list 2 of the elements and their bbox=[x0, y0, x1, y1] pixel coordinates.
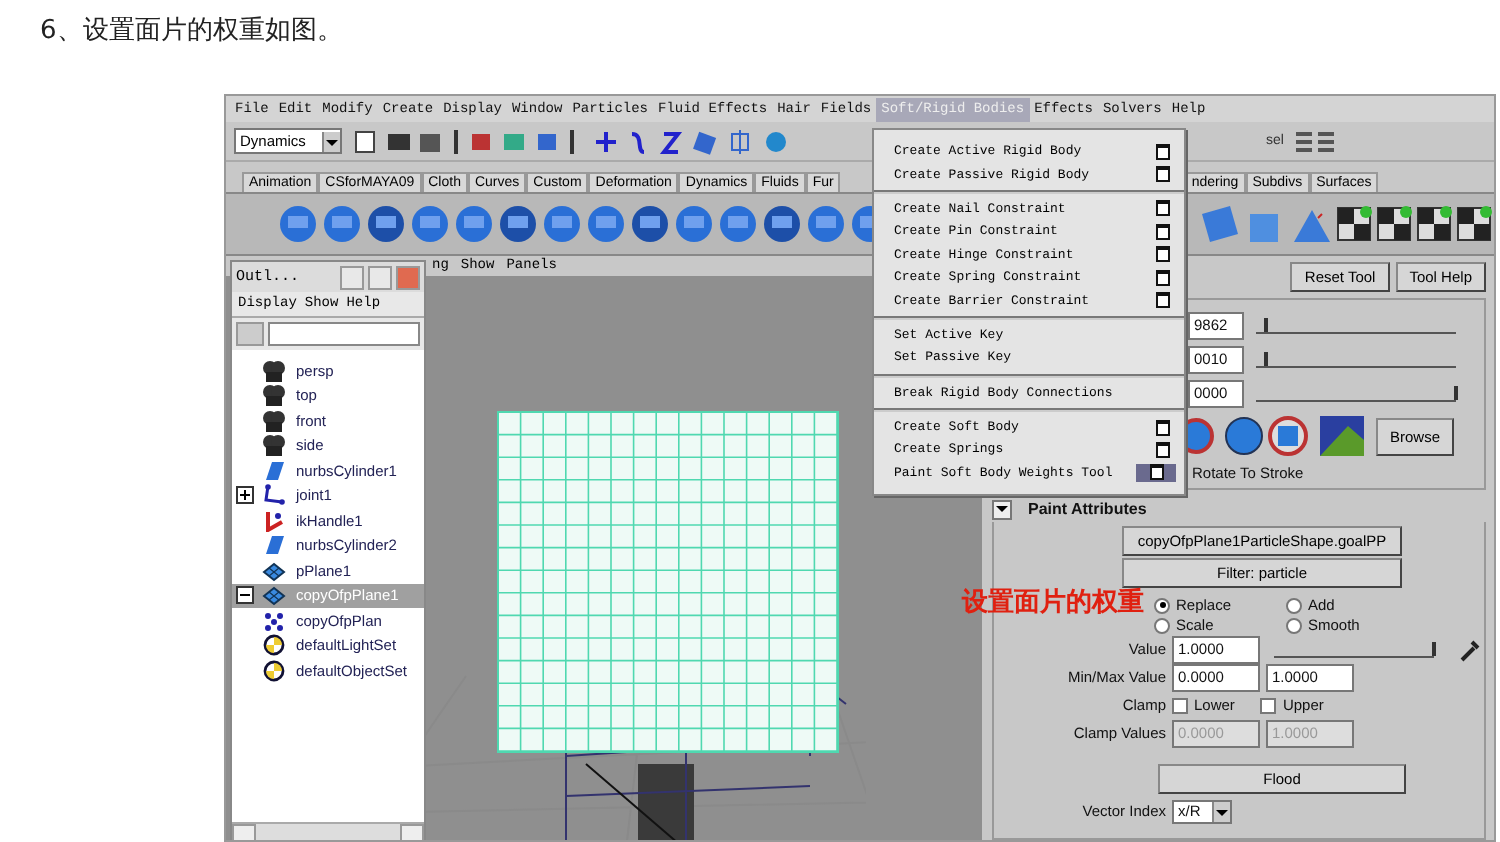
annotation-text: 设置面片的权重 bbox=[962, 585, 1144, 620]
step-heading: 6、设置面片的权重如图。 bbox=[40, 14, 343, 48]
